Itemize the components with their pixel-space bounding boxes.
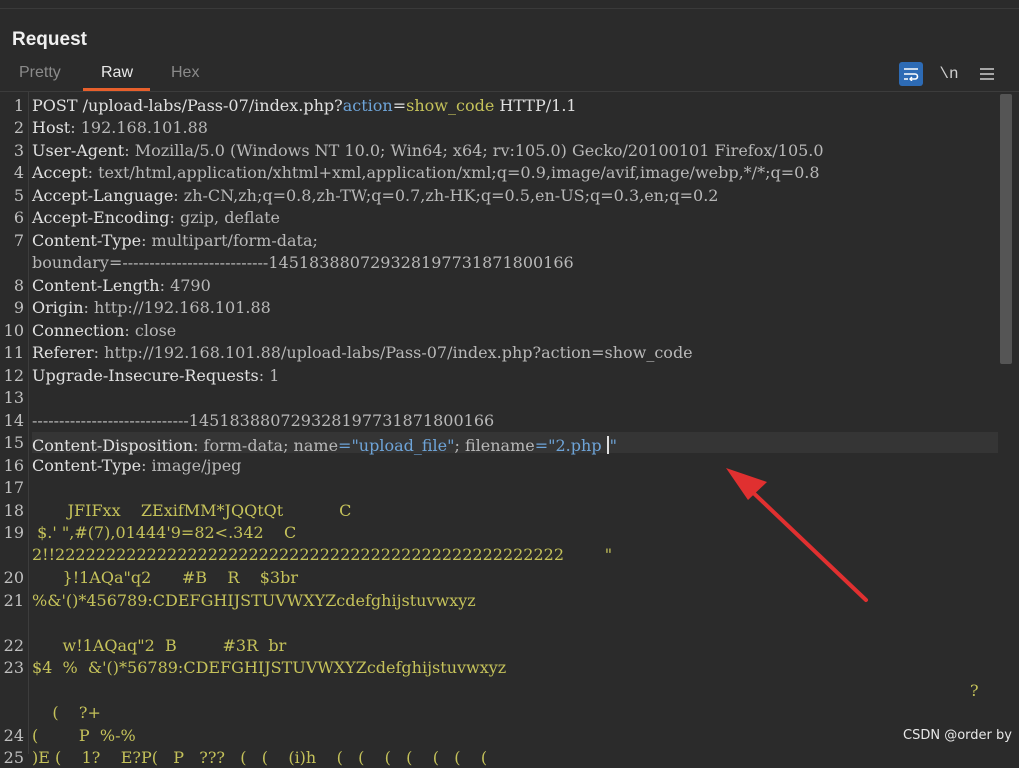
red-annotation-arrow-icon (726, 468, 868, 602)
watermark: CSDN @order by (903, 728, 1012, 743)
